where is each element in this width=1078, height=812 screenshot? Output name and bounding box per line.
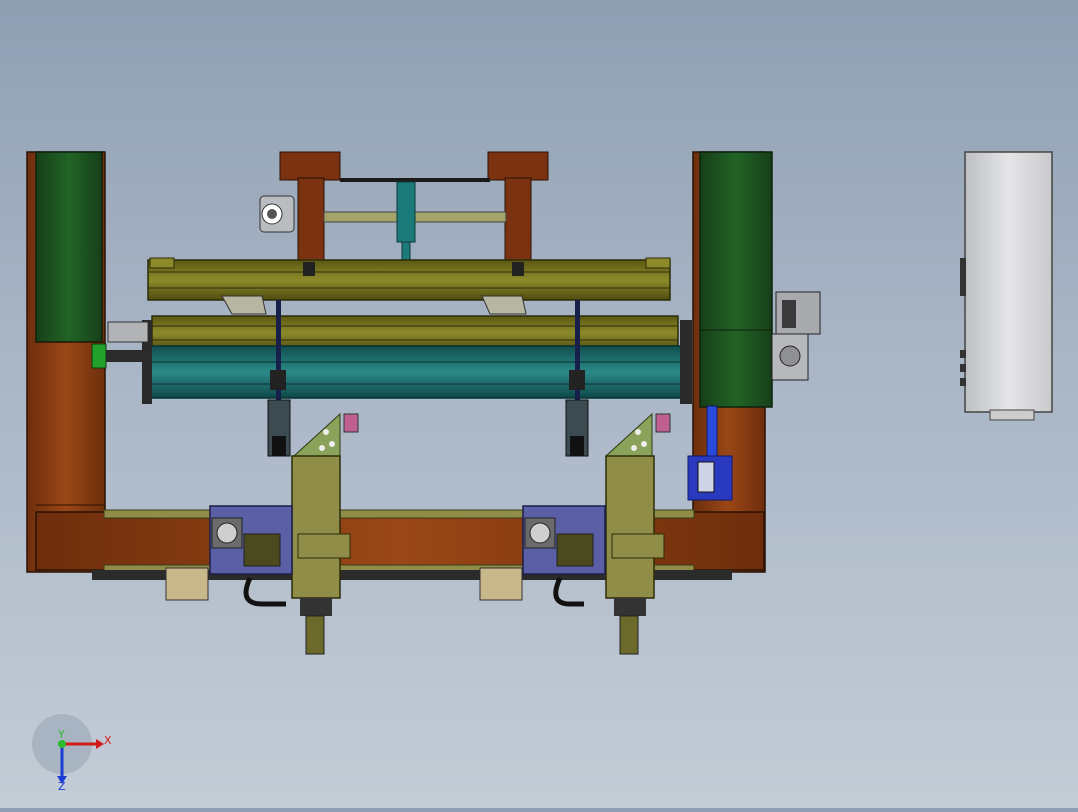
middle-rail[interactable] [151,315,679,351]
model-canvas[interactable]: X Y Z [0,0,1078,808]
right-column[interactable] [692,151,773,573]
rail-clamp-right[interactable] [481,295,527,315]
control-cabinet[interactable] [960,151,1053,421]
gear-motor[interactable] [771,291,821,381]
coordinate-triad: X Y Z [32,714,112,793]
triad-x-label: X [104,734,112,747]
right-tool-head[interactable] [604,412,671,655]
top-gantry[interactable] [279,151,549,271]
triad-y-label: Y [57,728,65,741]
cad-viewport[interactable]: X Y Z [0,0,1078,808]
upper-rail[interactable] [147,257,671,301]
rail-clamp-left[interactable] [221,295,267,315]
gantry-motor[interactable] [259,195,295,233]
triad-z-label: Z [58,780,66,793]
left-tool-head[interactable] [291,412,359,655]
